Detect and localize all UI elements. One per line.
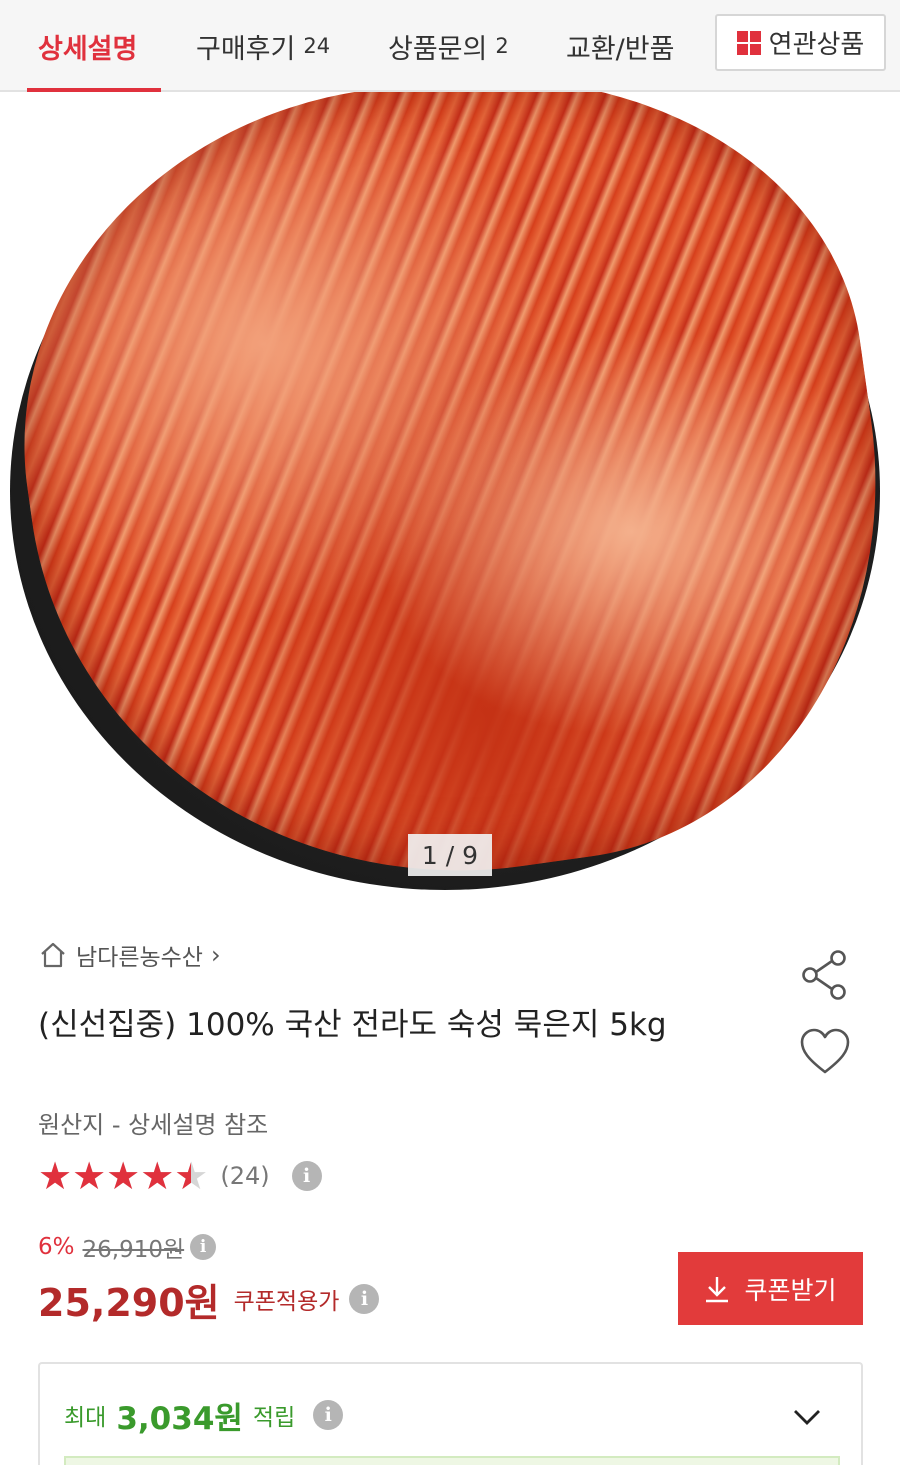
related-products-label: 연관상품 xyxy=(768,30,865,60)
points-detail-box xyxy=(64,1456,840,1465)
discount-percent: 6% xyxy=(38,1234,75,1260)
tab-reviews[interactable]: 구매후기 24 xyxy=(196,0,330,92)
info-icon[interactable]: i xyxy=(291,1161,322,1191)
tab-inquiries-label: 상품문의 xyxy=(388,33,488,65)
seller-link[interactable]: 남다른농수산 › xyxy=(38,938,221,972)
heart-icon[interactable] xyxy=(798,1026,852,1078)
info-icon[interactable]: i xyxy=(313,1400,344,1430)
get-coupon-label: 쿠폰받기 xyxy=(744,1275,837,1305)
grid-icon xyxy=(736,30,761,55)
chevron-right-icon: › xyxy=(210,941,221,969)
get-coupon-button[interactable]: 쿠폰받기 xyxy=(678,1252,863,1325)
info-icon[interactable]: i xyxy=(190,1234,217,1260)
gallery-counter: 1 / 9 xyxy=(408,834,492,876)
discount-row: 6% 26,910원 i xyxy=(38,1230,217,1264)
chevron-down-icon[interactable] xyxy=(790,1402,824,1432)
price-row: 25,290원 쿠폰적용가 i xyxy=(38,1272,380,1326)
tab-inquiries[interactable]: 상품문의 2 xyxy=(388,0,509,92)
seller-name: 남다른농수산 xyxy=(76,945,203,971)
points-amount: 3,034원 xyxy=(116,1400,243,1437)
tab-inquiries-count: 2 xyxy=(495,34,509,58)
tab-description[interactable]: 상세설명 xyxy=(38,0,137,92)
tab-bar: 상세설명 구매후기 24 상품문의 2 교환/반품 연관상품 xyxy=(0,0,900,93)
tab-reviews-count: 24 xyxy=(303,34,331,58)
tab-description-label: 상세설명 xyxy=(38,33,138,65)
product-photo xyxy=(0,92,900,900)
tab-exchange-return-label: 교환/반품 xyxy=(566,33,675,65)
rating-stars: ★★★★★ ★★★★★ xyxy=(38,1154,209,1198)
sale-price: 25,290원 xyxy=(38,1280,220,1325)
product-image-gallery[interactable]: 1 / 9 xyxy=(0,92,900,900)
share-icon[interactable] xyxy=(798,948,852,1002)
points-suffix: 적립 xyxy=(252,1405,296,1431)
rating-row[interactable]: ★★★★★ ★★★★★ (24) i xyxy=(38,1155,322,1197)
review-count: (24) xyxy=(220,1162,270,1190)
product-origin: 원산지 - 상세설명 참조 xyxy=(38,1111,269,1139)
related-products-button[interactable]: 연관상품 xyxy=(715,14,886,71)
coupon-price-label: 쿠폰적용가 xyxy=(233,1289,340,1315)
points-prefix: 최대 xyxy=(64,1405,107,1431)
tab-exchange-return[interactable]: 교환/반품 xyxy=(566,0,674,92)
points-panel[interactable]: 최대 3,034원 적립 i xyxy=(38,1362,863,1465)
product-title: (신선집중) 100% 국산 전라도 숙성 묵은지 5kg xyxy=(38,1007,667,1043)
tab-reviews-label: 구매후기 xyxy=(196,33,296,65)
download-icon xyxy=(706,1276,729,1302)
info-icon[interactable]: i xyxy=(349,1284,380,1314)
points-row: 최대 3,034원 적립 i xyxy=(64,1392,344,1438)
original-price: 26,910원 xyxy=(82,1237,185,1263)
home-icon xyxy=(41,942,65,968)
